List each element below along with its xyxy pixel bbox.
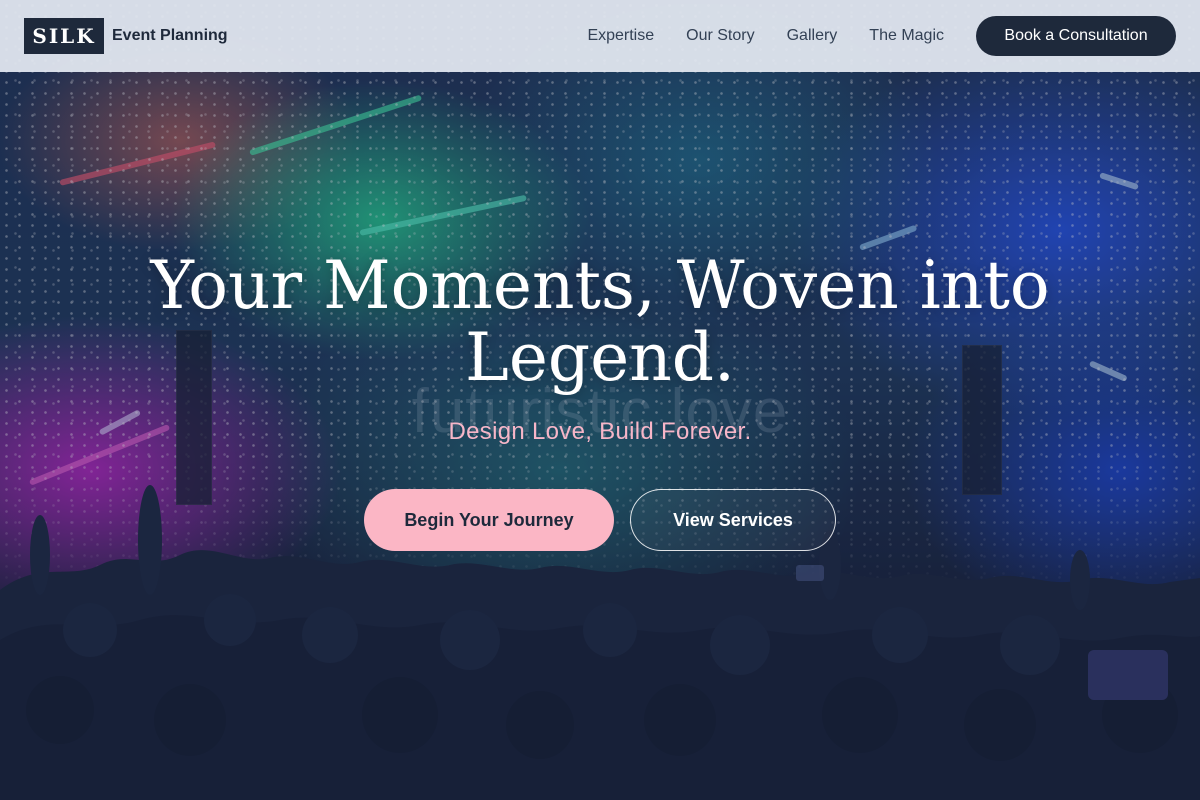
- brand-subtitle: Event Planning: [112, 27, 228, 44]
- hero-section: futuristic love Your Moments, Woven into…: [0, 0, 1200, 800]
- top-navbar: SILK Event Planning Expertise Our Story …: [0, 0, 1200, 72]
- begin-journey-button[interactable]: Begin Your Journey: [364, 489, 614, 551]
- nav-link-expertise[interactable]: Expertise: [587, 27, 654, 45]
- silk-logo: SILK: [24, 18, 104, 54]
- brand-home-link[interactable]: SILK Event Planning: [24, 18, 228, 54]
- hero-title: Your Moments, Woven into Legend.: [150, 247, 1050, 396]
- book-consultation-button[interactable]: Book a Consultation: [976, 16, 1176, 56]
- nav-link-gallery[interactable]: Gallery: [787, 27, 838, 45]
- view-services-button[interactable]: View Services: [630, 489, 836, 551]
- hero-subtitle: Design Love, Build Forever.: [448, 418, 752, 445]
- nav-link-our-story[interactable]: Our Story: [686, 27, 754, 45]
- nav-links: Expertise Our Story Gallery The Magic Bo…: [587, 16, 1176, 56]
- nav-link-the-magic[interactable]: The Magic: [869, 27, 944, 45]
- landing-page: SILK Event Planning Expertise Our Story …: [0, 0, 1200, 800]
